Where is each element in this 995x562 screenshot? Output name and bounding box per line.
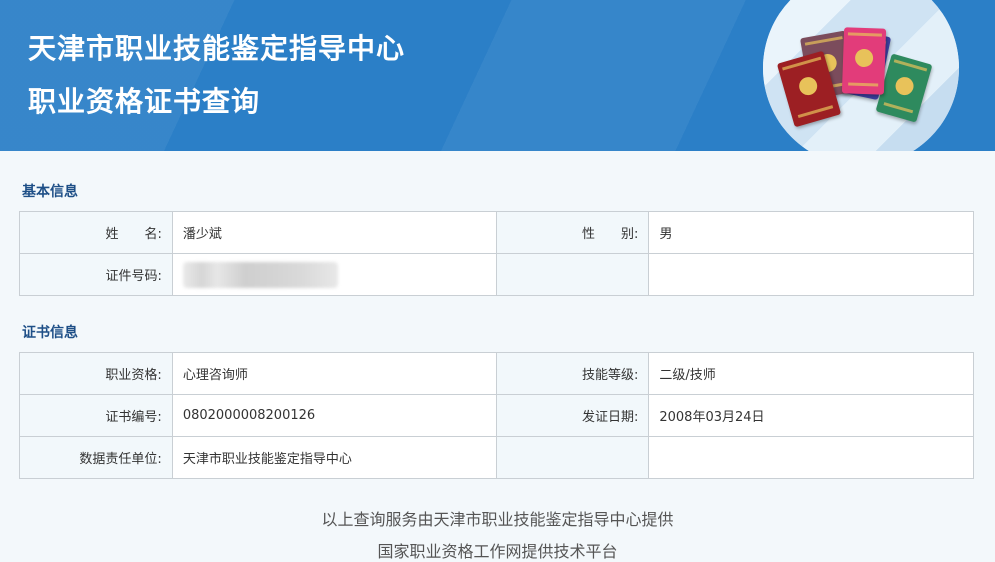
empty-label-cell (495, 253, 650, 296)
skill-level-value: 二级/技师 (648, 352, 974, 395)
qualification-value: 心理咨询师 (171, 352, 497, 395)
name-label: 姓 名: (19, 211, 173, 254)
section-title-certificate: 证书信息 (22, 325, 78, 341)
page-title: 天津市职业技能鉴定指导中心 (28, 32, 406, 65)
id-number-label: 证件号码: (19, 253, 173, 296)
table-row: 证书编号: 0802000008200126 发证日期: 2008年03月24日 (19, 394, 974, 437)
issue-date-value: 2008年03月24日 (648, 394, 974, 437)
basic-info-table: 姓 名: 潘少斌 性 别: 男 证件号码: (19, 211, 974, 296)
certificate-number-value: 0802000008200126 (171, 394, 497, 437)
data-unit-label: 数据责任单位: (19, 436, 173, 479)
section-title-basic: 基本信息 (22, 184, 78, 200)
table-row: 职业资格: 心理咨询师 技能等级: 二级/技师 (19, 352, 974, 395)
name-value: 潘少斌 (171, 211, 497, 254)
id-number-value (171, 253, 497, 296)
footer-platform-text: 国家职业资格工作网提供技术平台 (377, 542, 618, 561)
certificate-info-table: 职业资格: 心理咨询师 技能等级: 二级/技师 证书编号: 0802000008… (19, 352, 974, 479)
issue-date-label: 发证日期: (495, 394, 650, 437)
qualification-label: 职业资格: (19, 352, 173, 395)
skill-level-label: 技能等级: (495, 352, 650, 395)
footer-provider-text: 以上查询服务由天津市职业技能鉴定指导中心提供 (321, 510, 674, 529)
empty-value-cell (648, 436, 974, 479)
empty-value-cell (648, 253, 974, 296)
gender-label: 性 别: (495, 211, 650, 254)
redacted-id-number (182, 261, 338, 288)
certificate-number-label: 证书编号: (19, 394, 173, 437)
certificates-illustration (763, 0, 959, 151)
empty-label-cell (495, 436, 650, 479)
table-row: 姓 名: 潘少斌 性 别: 男 (19, 211, 974, 254)
table-row: 数据责任单位: 天津市职业技能鉴定指导中心 (19, 436, 974, 479)
page-subtitle: 职业资格证书查询 (28, 85, 261, 118)
table-row: 证件号码: (19, 253, 974, 296)
gender-value: 男 (648, 211, 974, 254)
data-unit-value: 天津市职业技能鉴定指导中心 (171, 436, 497, 479)
header-banner: 天津市职业技能鉴定指导中心 职业资格证书查询 (0, 0, 995, 151)
